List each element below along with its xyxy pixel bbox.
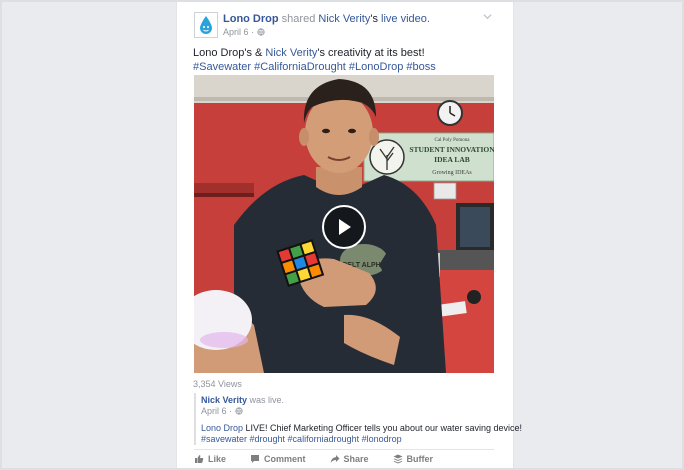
- action-bar: Like Comment Share Buffer: [194, 452, 494, 466]
- video-player[interactable]: Cal Poly Pomona STUDENT INNOVATION IDEA …: [194, 75, 494, 373]
- post-header: Lono Drop shared Nick Verity's live vide…: [223, 13, 430, 25]
- chevron-down-icon[interactable]: [483, 12, 492, 21]
- shared-message-text: LIVE! Chief Marketing Officer tells you …: [243, 423, 523, 433]
- actions-divider: [194, 449, 494, 450]
- shared-verb: shared: [281, 13, 316, 25]
- shared-message: Lono Drop LIVE! Chief Marketing Officer …: [201, 423, 522, 445]
- shared-author-link[interactable]: Nick Verity: [318, 13, 370, 25]
- share-button[interactable]: Share: [330, 452, 369, 466]
- mention-link[interactable]: Nick Verity: [265, 47, 317, 59]
- shared-status: was live.: [249, 395, 285, 405]
- shared-date[interactable]: April 6 ·: [201, 406, 232, 416]
- shared-hashtags[interactable]: #savewater #drought #californiadrought #…: [201, 434, 522, 445]
- comment-button[interactable]: Comment: [250, 452, 306, 466]
- globe-icon: [235, 407, 243, 415]
- share-label: Share: [343, 454, 369, 464]
- comment-label: Comment: [264, 454, 306, 464]
- possessive: 's: [370, 13, 378, 25]
- play-button[interactable]: [322, 205, 366, 249]
- shared-post[interactable]: Nick Verity was live. April 6 · Lono Dro…: [194, 393, 522, 445]
- play-icon: [339, 219, 351, 235]
- shared-page-link[interactable]: Lono Drop: [201, 423, 243, 433]
- page-name-link[interactable]: Lono Drop: [223, 13, 279, 25]
- like-label: Like: [208, 454, 227, 464]
- post-date-line: April 6 ·: [223, 27, 265, 37]
- post-date[interactable]: April 6 ·: [223, 27, 254, 37]
- thumbs-up-icon: [195, 455, 204, 463]
- like-button[interactable]: Like: [194, 452, 226, 466]
- buffer-stack-icon: [393, 454, 403, 464]
- shared-header: Nick Verity was live.: [201, 395, 284, 405]
- water-drop-icon: [200, 16, 212, 34]
- sign-line2: STUDENT INNOVATION: [409, 145, 494, 154]
- buffer-label: Buffer: [406, 454, 434, 464]
- sign-line4: Growing IDEAs: [432, 170, 472, 176]
- message-part2: 's creativity at its best!: [317, 47, 425, 59]
- avatar[interactable]: [194, 12, 218, 38]
- post-hashtags[interactable]: #Savewater #CaliforniaDrought #LonoDrop …: [193, 60, 436, 74]
- views-count: 3,354 Views: [193, 379, 242, 389]
- shared-date-line: April 6 ·: [201, 406, 243, 416]
- post-message: Lono Drop's & Nick Verity's creativity a…: [193, 46, 436, 74]
- shared-author-name[interactable]: Nick Verity: [201, 395, 247, 405]
- sign-line1: Cal Poly Pomona: [434, 138, 470, 143]
- share-arrow-icon: [330, 455, 340, 463]
- feed-background: Lono Drop shared Nick Verity's live vide…: [2, 2, 682, 468]
- shared-object-link[interactable]: live video.: [381, 13, 430, 25]
- message-part1: Lono Drop's &: [193, 47, 266, 59]
- sign-line3: IDEA LAB: [434, 155, 470, 164]
- post-card: Lono Drop shared Nick Verity's live vide…: [176, 2, 522, 468]
- globe-icon: [257, 28, 265, 36]
- comment-icon: [251, 455, 260, 463]
- buffer-button[interactable]: Buffer: [393, 452, 434, 466]
